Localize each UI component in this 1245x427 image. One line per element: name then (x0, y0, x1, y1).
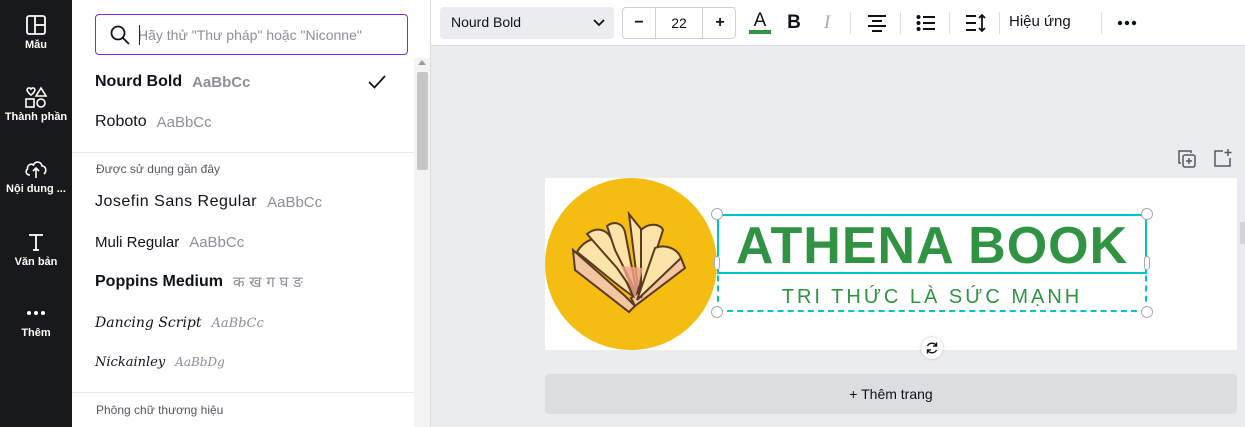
font-item-nickainley[interactable]: Nickainley AaBbDg (72, 342, 414, 382)
add-page-icon[interactable] (1213, 148, 1233, 168)
font-item-dancing-script[interactable]: Dancing Script AaBbCc (72, 303, 414, 343)
toolbar-divider (999, 12, 1000, 34)
align-center-button[interactable] (862, 8, 892, 38)
resize-handle-left[interactable] (714, 256, 720, 270)
text-color-button[interactable]: A (745, 8, 775, 38)
toolbar-divider (949, 12, 950, 34)
design-page[interactable]: ATHENA BOOK TRI THỨC LÀ SỨC MẠNH (545, 178, 1237, 350)
more-options-button[interactable] (1112, 8, 1142, 38)
resize-handle-bottom-right[interactable] (1141, 306, 1153, 318)
sidebar-item-label: Thêm (21, 327, 51, 339)
spacing-button[interactable] (960, 8, 990, 38)
font-name: Poppins Medium (95, 273, 223, 290)
brand-fonts-title: Phông chữ thương hiệu (96, 403, 224, 417)
toolbar-divider (1101, 12, 1102, 34)
sidebar-item-text[interactable]: Văn bản (0, 231, 72, 291)
text-icon (29, 234, 43, 251)
font-panel: Nourd Bold AaBbCc Roboto AaBbCc Được sử … (72, 0, 431, 427)
font-name: Nourd Bold (95, 73, 183, 90)
line-spacing-icon (966, 13, 986, 33)
layout-icon (26, 15, 46, 35)
increase-font-size-button[interactable]: + (704, 8, 736, 38)
font-item-poppins[interactable]: Poppins Medium क ख ग घ ङ (72, 262, 414, 302)
font-name: Josefin Sans Regular (95, 193, 258, 210)
design-title[interactable]: ATHENA BOOK (719, 216, 1145, 276)
font-name: Roboto (95, 113, 147, 130)
bullet-list-icon (916, 15, 935, 31)
section-divider (72, 152, 414, 153)
add-page-button[interactable]: + Thêm trang (545, 374, 1237, 414)
chevron-down-icon (593, 19, 605, 27)
bold-icon: B (787, 12, 801, 33)
font-sample: AaBbCc (156, 113, 212, 131)
rotate-icon (926, 342, 938, 354)
open-book-icon (571, 210, 687, 314)
design-subtitle[interactable]: TRI THỨC LÀ SỨC MẠNH (717, 286, 1147, 309)
sidebar-item-elements[interactable]: Thành phần (0, 86, 72, 146)
list-button[interactable] (911, 8, 941, 38)
sidebar-item-templates[interactable]: Mẫu (0, 14, 72, 74)
font-family-dropdown[interactable]: Nourd Bold (440, 7, 614, 39)
search-icon (110, 25, 130, 45)
sidebar-item-label: Mẫu (25, 39, 47, 51)
font-sample: AaBbCc (189, 233, 245, 251)
font-sample: AaBbDg (175, 355, 225, 369)
font-item-josefin[interactable]: Josefin Sans Regular AaBbCc (72, 182, 414, 222)
font-search-input[interactable] (138, 24, 398, 46)
font-name: Nickainley (95, 354, 166, 370)
sidebar-item-more[interactable]: Thêm (0, 302, 72, 362)
font-name: Dancing Script (95, 315, 202, 331)
resize-handle-bottom-left[interactable] (711, 306, 723, 318)
more-icon (27, 311, 45, 315)
font-search-box[interactable] (95, 14, 408, 55)
font-size-input[interactable]: 22 (655, 8, 703, 38)
sidebar-item-uploads[interactable]: Nội dung ... (0, 158, 72, 218)
font-sample: क ख ग घ ङ (233, 273, 303, 291)
resize-handle-top-right[interactable] (1141, 208, 1153, 220)
cloud-upload-icon (25, 161, 47, 178)
sidebar-item-label: Thành phần (4, 111, 68, 123)
checkmark-icon (368, 75, 386, 89)
resize-handle-right[interactable] (1144, 256, 1150, 270)
toolbar-divider (900, 12, 901, 34)
scroll-up-arrow-icon[interactable] (418, 60, 426, 65)
align-center-icon (868, 15, 886, 32)
font-sample: AaBbCc (211, 315, 264, 331)
text-caret (139, 25, 140, 45)
italic-icon: I (823, 12, 831, 33)
recent-fonts-title: Được sử dụng gần đây (96, 162, 221, 176)
logo-circle[interactable] (545, 178, 717, 350)
font-name: Muli Regular (95, 233, 180, 251)
decrease-font-size-button[interactable]: − (623, 8, 655, 38)
section-divider (72, 392, 414, 393)
font-item-roboto[interactable]: Roboto AaBbCc (72, 102, 414, 142)
sidebar-item-label: Nội dung ... (6, 183, 66, 195)
scrollbar-thumb[interactable] (417, 72, 428, 170)
more-horizontal-icon (1117, 20, 1137, 26)
font-item-muli[interactable]: Muli Regular AaBbCc (72, 222, 414, 262)
shapes-icon (25, 86, 48, 108)
title-text-box[interactable]: ATHENA BOOK (717, 214, 1147, 276)
text-color-icon: A (749, 10, 771, 34)
rotate-handle[interactable] (921, 337, 943, 359)
font-sample: AaBbCc (267, 193, 323, 211)
left-rail: Mẫu Thành phần Nội dung ... Văn bản Thêm (0, 0, 72, 427)
effects-button[interactable]: Hiệu ứng (1009, 13, 1071, 30)
toolbar-divider (850, 12, 851, 34)
side-panel-toggle[interactable] (1240, 222, 1245, 244)
bold-button[interactable]: B (779, 8, 809, 38)
font-sample: AaBbCc (192, 73, 251, 91)
font-size-control: − 22 + (622, 7, 736, 39)
resize-handle-top-left[interactable] (711, 208, 723, 220)
font-family-value: Nourd Bold (451, 14, 522, 30)
text-color-letter: A (754, 10, 767, 31)
italic-button[interactable]: I (812, 8, 842, 38)
text-toolbar: Nourd Bold − 22 + A B I Hiệu ứng (431, 0, 1245, 46)
duplicate-page-icon[interactable] (1178, 150, 1196, 168)
font-item-nourd-bold[interactable]: Nourd Bold AaBbCc (72, 62, 414, 102)
sidebar-item-label: Văn bản (14, 256, 58, 268)
